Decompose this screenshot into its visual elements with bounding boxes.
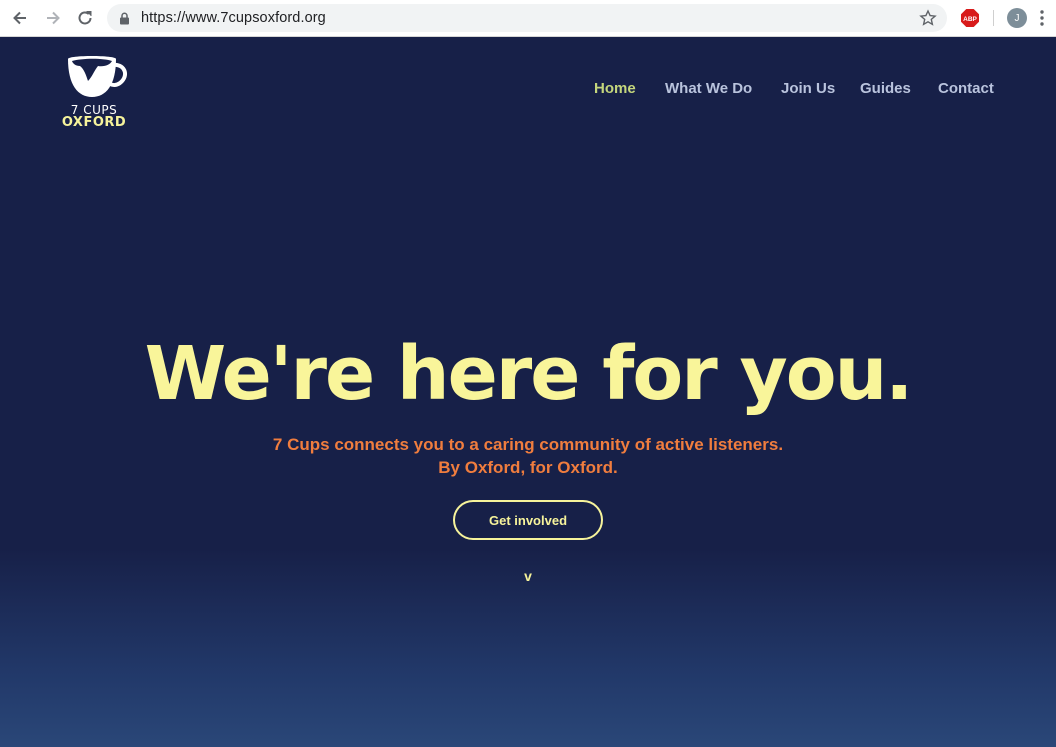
url-text: https://www.7cupsoxford.org [141,10,326,26]
browser-toolbar: https://www.7cupsoxford.org ABP J [0,0,1056,37]
nav-guides[interactable]: Guides [860,80,911,97]
reload-icon [78,11,92,25]
forward-button[interactable] [42,7,64,29]
scroll-down-icon[interactable]: v [518,568,538,584]
address-bar[interactable]: https://www.7cupsoxford.org [107,4,947,32]
nav-what-we-do[interactable]: What We Do [665,80,752,97]
adblock-extension-icon[interactable]: ABP [961,9,979,27]
forward-arrow-icon [47,11,60,25]
lock-icon [120,12,129,25]
nav-home[interactable]: Home [594,80,636,97]
reload-button[interactable] [74,7,96,29]
svg-text:ABP: ABP [963,16,977,23]
hero-subtitle-line-1: 7 Cups connects you to a caring communit… [272,435,784,454]
get-involved-button[interactable]: Get involved [453,500,603,540]
bookmark-star-icon[interactable] [919,9,937,27]
logo-text-bottom: OXFORD [61,115,127,130]
hero-subtitle: 7 Cups connects you to a caring communit… [0,433,1056,479]
profile-avatar[interactable]: J [1007,8,1027,28]
hero-subtitle-line-2: By Oxford, for Oxford. [438,458,618,477]
nav-join-us[interactable]: Join Us [781,80,835,97]
hero-title: We're here for you. [144,331,914,417]
browser-menu-icon[interactable] [1039,9,1045,27]
back-arrow-icon [13,11,26,25]
toolbar-divider [993,10,994,26]
back-button[interactable] [9,7,31,29]
page-content: 7 CUPS OXFORD Home What We Do Join Us Gu… [0,37,1056,747]
nav-contact[interactable]: Contact [938,80,994,97]
main-navigation: Home What We Do Join Us Guides Contact [0,80,1056,100]
